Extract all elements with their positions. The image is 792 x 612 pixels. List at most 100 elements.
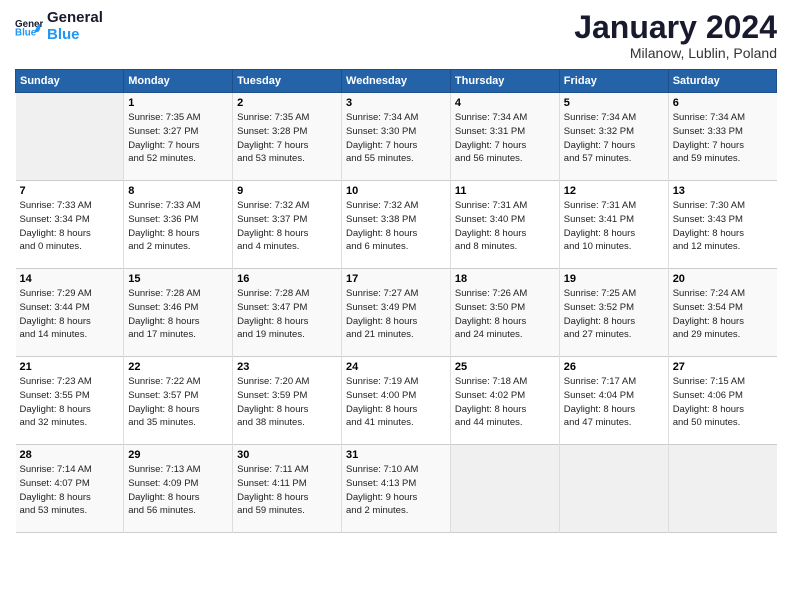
day-info: Sunrise: 7:13 AM Sunset: 4:09 PM Dayligh… (128, 463, 228, 518)
day-number: 5 (564, 97, 664, 109)
day-number: 31 (346, 449, 446, 461)
cell-w5-d5 (559, 445, 668, 533)
day-number: 26 (564, 361, 664, 373)
cell-w4-d3: 24Sunrise: 7:19 AM Sunset: 4:00 PM Dayli… (342, 357, 451, 445)
logo-blue: Blue (47, 27, 103, 44)
cell-w1-d5: 5 Sunrise: 7:34 AM Sunset: 3:32 PM Daylig… (559, 93, 668, 181)
cell-w2-d4: 11Sunrise: 7:31 AM Sunset: 3:40 PM Dayli… (450, 181, 559, 269)
day-info: Sunrise: 7:29 AM Sunset: 3:44 PM Dayligh… (20, 287, 120, 342)
day-info: Sunrise: 7:24 AM Sunset: 3:54 PM Dayligh… (673, 287, 773, 342)
day-number: 11 (455, 185, 555, 197)
day-number: 4 (455, 97, 555, 109)
week-row-3: 14 Sunrise: 7:29 AM Sunset: 3:44 PM Dayli… (16, 269, 777, 357)
day-number: 2 (237, 97, 337, 109)
day-info: Sunrise: 7:22 AM Sunset: 3:57 PM Dayligh… (128, 375, 228, 430)
day-number: 24 (346, 361, 446, 373)
day-info: Sunrise: 7:27 AM Sunset: 3:49 PM Dayligh… (346, 287, 446, 342)
cell-w3-d3: 17 Sunrise: 7:27 AM Sunset: 3:49 PM Dayli… (342, 269, 451, 357)
cell-w1-d1: 1Sunrise: 7:35 AM Sunset: 3:27 PM Daylig… (124, 93, 233, 181)
col-tuesday: Tuesday (233, 70, 342, 93)
day-info: Sunrise: 7:33 AM Sunset: 3:36 PM Dayligh… (128, 199, 228, 254)
svg-text:Blue: Blue (15, 27, 37, 38)
logo-general: General (47, 10, 103, 27)
page: General Blue General Blue January 2024 M… (0, 0, 792, 612)
cell-w4-d6: 27Sunrise: 7:15 AM Sunset: 4:06 PM Dayli… (668, 357, 776, 445)
day-number: 21 (20, 361, 120, 373)
location: Milanow, Lublin, Poland (574, 45, 777, 61)
cell-w1-d2: 2 Sunrise: 7:35 AM Sunset: 3:28 PM Daylig… (233, 93, 342, 181)
week-row-1: 1Sunrise: 7:35 AM Sunset: 3:27 PM Daylig… (16, 93, 777, 181)
day-info: Sunrise: 7:18 AM Sunset: 4:02 PM Dayligh… (455, 375, 555, 430)
cell-w3-d2: 16Sunrise: 7:28 AM Sunset: 3:47 PM Dayli… (233, 269, 342, 357)
day-number: 22 (128, 361, 228, 373)
day-number: 7 (20, 185, 120, 197)
cell-w3-d5: 19 Sunrise: 7:25 AM Sunset: 3:52 PM Dayli… (559, 269, 668, 357)
cell-w1-d3: 3Sunrise: 7:34 AM Sunset: 3:30 PM Daylig… (342, 93, 451, 181)
logo-icon: General Blue (15, 13, 43, 41)
week-row-2: 7 Sunrise: 7:33 AM Sunset: 3:34 PM Daylig… (16, 181, 777, 269)
day-info: Sunrise: 7:34 AM Sunset: 3:31 PM Dayligh… (455, 111, 555, 166)
day-info: Sunrise: 7:15 AM Sunset: 4:06 PM Dayligh… (673, 375, 773, 430)
cell-w4-d5: 26Sunrise: 7:17 AM Sunset: 4:04 PM Dayli… (559, 357, 668, 445)
cell-w1-d0 (16, 93, 124, 181)
cell-w5-d0: 28Sunrise: 7:14 AM Sunset: 4:07 PM Dayli… (16, 445, 124, 533)
cell-w5-d4 (450, 445, 559, 533)
day-number: 3 (346, 97, 446, 109)
col-monday: Monday (124, 70, 233, 93)
cell-w3-d1: 15Sunrise: 7:28 AM Sunset: 3:46 PM Dayli… (124, 269, 233, 357)
col-saturday: Saturday (668, 70, 776, 93)
day-info: Sunrise: 7:28 AM Sunset: 3:47 PM Dayligh… (237, 287, 337, 342)
day-number: 18 (455, 273, 555, 285)
day-info: Sunrise: 7:32 AM Sunset: 3:37 PM Dayligh… (237, 199, 337, 254)
cell-w5-d3: 31 Sunrise: 7:10 AM Sunset: 4:13 PM Dayli… (342, 445, 451, 533)
day-number: 8 (128, 185, 228, 197)
day-info: Sunrise: 7:11 AM Sunset: 4:11 PM Dayligh… (237, 463, 337, 518)
cell-w1-d4: 4 Sunrise: 7:34 AM Sunset: 3:31 PM Daylig… (450, 93, 559, 181)
cell-w4-d2: 23Sunrise: 7:20 AM Sunset: 3:59 PM Dayli… (233, 357, 342, 445)
day-info: Sunrise: 7:35 AM Sunset: 3:28 PM Dayligh… (237, 111, 337, 166)
day-number: 13 (673, 185, 773, 197)
day-number: 9 (237, 185, 337, 197)
day-info: Sunrise: 7:28 AM Sunset: 3:46 PM Dayligh… (128, 287, 228, 342)
day-number: 12 (564, 185, 664, 197)
week-row-4: 21 Sunrise: 7:23 AM Sunset: 3:55 PM Dayli… (16, 357, 777, 445)
month-title: January 2024 (574, 10, 777, 45)
day-number: 14 (20, 273, 120, 285)
day-info: Sunrise: 7:34 AM Sunset: 3:32 PM Dayligh… (564, 111, 664, 166)
day-info: Sunrise: 7:25 AM Sunset: 3:52 PM Dayligh… (564, 287, 664, 342)
day-number: 25 (455, 361, 555, 373)
cell-w2-d2: 9 Sunrise: 7:32 AM Sunset: 3:37 PM Daylig… (233, 181, 342, 269)
day-info: Sunrise: 7:32 AM Sunset: 3:38 PM Dayligh… (346, 199, 446, 254)
cell-w5-d1: 29 Sunrise: 7:13 AM Sunset: 4:09 PM Dayli… (124, 445, 233, 533)
day-number: 28 (20, 449, 120, 461)
day-number: 17 (346, 273, 446, 285)
title-block: January 2024 Milanow, Lublin, Poland (574, 10, 777, 61)
day-info: Sunrise: 7:10 AM Sunset: 4:13 PM Dayligh… (346, 463, 446, 518)
cell-w1-d6: 6 Sunrise: 7:34 AM Sunset: 3:33 PM Daylig… (668, 93, 776, 181)
cell-w2-d5: 12 Sunrise: 7:31 AM Sunset: 3:41 PM Dayli… (559, 181, 668, 269)
day-number: 30 (237, 449, 337, 461)
cell-w2-d3: 10 Sunrise: 7:32 AM Sunset: 3:38 PM Dayli… (342, 181, 451, 269)
day-info: Sunrise: 7:33 AM Sunset: 3:34 PM Dayligh… (20, 199, 120, 254)
day-number: 10 (346, 185, 446, 197)
day-info: Sunrise: 7:34 AM Sunset: 3:33 PM Dayligh… (673, 111, 773, 166)
cell-w4-d0: 21 Sunrise: 7:23 AM Sunset: 3:55 PM Dayli… (16, 357, 124, 445)
day-number: 29 (128, 449, 228, 461)
cell-w5-d6 (668, 445, 776, 533)
header: General Blue General Blue January 2024 M… (15, 10, 777, 61)
col-thursday: Thursday (450, 70, 559, 93)
cell-w3-d6: 20Sunrise: 7:24 AM Sunset: 3:54 PM Dayli… (668, 269, 776, 357)
day-info: Sunrise: 7:31 AM Sunset: 3:41 PM Dayligh… (564, 199, 664, 254)
cell-w4-d1: 22 Sunrise: 7:22 AM Sunset: 3:57 PM Dayli… (124, 357, 233, 445)
cell-w3-d4: 18Sunrise: 7:26 AM Sunset: 3:50 PM Dayli… (450, 269, 559, 357)
day-info: Sunrise: 7:30 AM Sunset: 3:43 PM Dayligh… (673, 199, 773, 254)
col-wednesday: Wednesday (342, 70, 451, 93)
day-number: 1 (128, 97, 228, 109)
day-info: Sunrise: 7:23 AM Sunset: 3:55 PM Dayligh… (20, 375, 120, 430)
day-number: 6 (673, 97, 773, 109)
cell-w2-d0: 7 Sunrise: 7:33 AM Sunset: 3:34 PM Daylig… (16, 181, 124, 269)
cell-w4-d4: 25 Sunrise: 7:18 AM Sunset: 4:02 PM Dayli… (450, 357, 559, 445)
col-friday: Friday (559, 70, 668, 93)
day-number: 19 (564, 273, 664, 285)
cell-w5-d2: 30 Sunrise: 7:11 AM Sunset: 4:11 PM Dayli… (233, 445, 342, 533)
